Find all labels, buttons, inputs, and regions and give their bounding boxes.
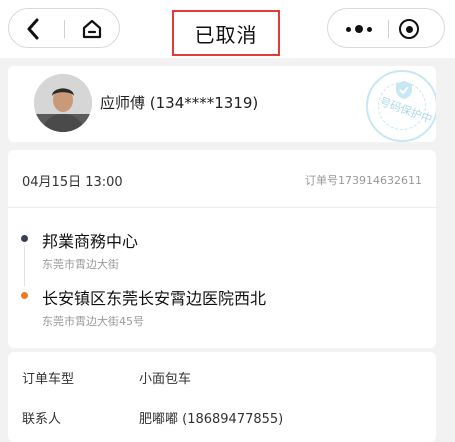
more-dots-icon: [346, 25, 372, 33]
chevron-left-icon: [27, 18, 39, 40]
driver-card: 应师傅 (134****1319) 号码保护中: [8, 66, 436, 142]
destination-address: 东莞市霄边大街45号: [42, 315, 144, 328]
target-close-icon: [399, 19, 419, 39]
back-button[interactable]: [21, 17, 45, 41]
order-number[interactable]: 订单号173914632611: [305, 172, 422, 188]
nav-right-capsule: [327, 8, 445, 48]
page-title: 已取消: [172, 10, 280, 56]
nav-divider: [64, 20, 65, 38]
shield-icon: [396, 81, 412, 99]
route-connector: [24, 246, 25, 286]
destination-name: 长安镇区东莞长安霄边医院西北: [42, 289, 267, 308]
order-datetime: 04月15日 13:00: [22, 175, 123, 190]
contact-label: 联系人: [22, 412, 62, 427]
origin-dot-icon: [21, 235, 28, 242]
origin-address: 东莞市霄边大街: [42, 258, 119, 271]
contact-value[interactable]: 肥嘟嘟 (18689477855): [139, 408, 283, 427]
vehicle-type-value: 小面包车: [139, 372, 192, 387]
origin-name: 邦業商務中心: [42, 232, 139, 251]
home-button[interactable]: [79, 17, 105, 41]
divider: [8, 207, 436, 208]
home-icon: [82, 19, 102, 39]
vehicle-type-label: 订单车型: [22, 372, 75, 387]
avatar[interactable]: [34, 74, 92, 132]
number-protection-stamp: 号码保护中: [366, 70, 436, 142]
driver-name-phone: 应师傅 (134****1319): [100, 94, 259, 112]
close-button[interactable]: [396, 16, 422, 42]
nav-left-capsule: [8, 8, 120, 48]
order-card: 04月15日 13:00 订单号173914632611 邦業商務中心 东莞市霄…: [8, 150, 436, 348]
destination-dot-icon: [21, 292, 28, 299]
order-info-card: 订单车型 小面包车 联系人 肥嘟嘟 (18689477855): [8, 352, 436, 442]
nav-divider: [388, 20, 389, 38]
more-button[interactable]: [338, 17, 380, 41]
top-navbar: 已取消: [0, 0, 455, 58]
